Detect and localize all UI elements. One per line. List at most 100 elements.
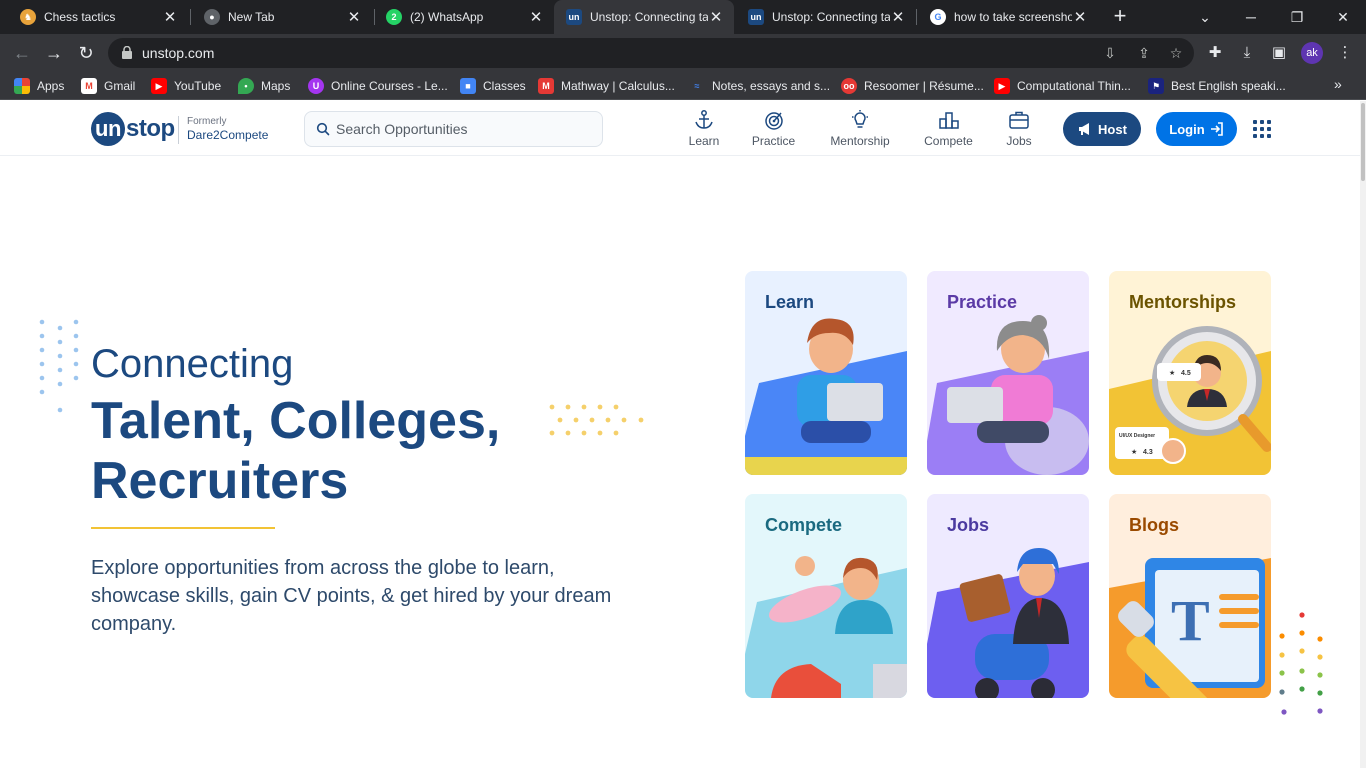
bookmark-notes[interactable]: ≈ Notes, essays and s... — [689, 76, 831, 96]
browser-tab-chess[interactable]: ♞ Chess tactics ✕ — [8, 0, 188, 34]
minimize-button[interactable]: ─ — [1228, 0, 1274, 34]
bookmark-label: Best English speaki... — [1171, 79, 1286, 93]
site-header: un stop Formerly Dare2Compete Search Oppo… — [0, 101, 1360, 156]
bookmark-gmail[interactable]: M Gmail — [81, 76, 135, 96]
nav-learn[interactable]: Learn — [684, 109, 724, 153]
search-input[interactable]: Search Opportunities — [304, 111, 603, 147]
close-tab-icon[interactable]: ✕ — [346, 8, 362, 26]
browser-tab-google[interactable]: G how to take screensho ✕ — [918, 0, 1098, 34]
hero-title-main: Talent, Colleges, Recruiters — [91, 392, 501, 510]
close-tab-icon[interactable]: ✕ — [890, 8, 906, 26]
login-button[interactable]: Login — [1156, 112, 1237, 146]
svg-text:★: ★ — [1169, 369, 1175, 377]
card-mentorships[interactable]: ★ 4.5 UI/UX Designer ★ 4.3 Mentorships — [1109, 271, 1271, 475]
tab-search-chevron-icon[interactable]: ⌄ — [1182, 0, 1228, 34]
bookmarks-bar: Apps M Gmail ▶ YouTube • Maps U Online C… — [0, 72, 1366, 100]
url-text: unstop.com — [142, 45, 215, 61]
close-window-button[interactable]: ✕ — [1320, 0, 1366, 34]
bookmark-apps[interactable]: Apps — [14, 76, 64, 96]
podium-icon — [938, 112, 959, 129]
browser-tab-unstop-active[interactable]: un Unstop: Connecting ta ✕ — [554, 0, 734, 34]
scrollbar-thumb[interactable] — [1361, 103, 1365, 181]
back-arrow-icon[interactable]: ← — [10, 41, 34, 65]
close-tab-icon[interactable]: ✕ — [1072, 8, 1088, 26]
nav-mentorship[interactable]: Mentorship — [824, 109, 896, 153]
apps-grid-menu-icon[interactable] — [1253, 120, 1271, 138]
bookmarks-overflow-chevron-icon[interactable]: » — [1334, 76, 1342, 92]
bookmark-maps[interactable]: • Maps — [238, 76, 290, 96]
udemy-icon: U — [308, 78, 324, 94]
tab-title: how to take screensho — [954, 10, 1072, 24]
card-title: Mentorships — [1129, 292, 1237, 312]
side-panel-icon[interactable]: ▣ — [1268, 42, 1290, 64]
card-practice[interactable]: Practice — [927, 271, 1089, 475]
formerly-name: Dare2Compete — [187, 128, 269, 142]
logo-text: stop — [126, 115, 175, 142]
browser-tab-unstop[interactable]: un Unstop: Connecting ta ✕ — [736, 0, 916, 34]
share-icon[interactable]: ⇪ — [1134, 43, 1154, 63]
card-compete[interactable]: Compete — [745, 494, 907, 698]
decorative-dots-blue — [39, 319, 79, 413]
card-title: Blogs — [1129, 515, 1180, 535]
card-blogs[interactable]: T Blogs — [1109, 494, 1271, 698]
youtube-icon: ▶ — [994, 78, 1010, 94]
menu-kebab-icon[interactable]: ⋮ — [1334, 42, 1356, 64]
chess-icon: ♞ — [20, 9, 36, 25]
nav-jobs[interactable]: Jobs — [999, 109, 1039, 153]
bookmark-resoomer[interactable]: oo Resoomer | Résume... — [841, 76, 984, 96]
search-icon — [316, 122, 330, 136]
close-tab-icon[interactable]: ✕ — [708, 8, 724, 26]
maps-icon: • — [238, 78, 254, 94]
browser-tab-whatsapp[interactable]: 2 (2) WhatsApp ✕ — [374, 0, 554, 34]
bookmark-star-icon[interactable]: ☆ — [1166, 43, 1186, 63]
svg-text:★: ★ — [1131, 448, 1137, 456]
close-tab-icon[interactable]: ✕ — [528, 8, 544, 26]
bookmark-label: Online Courses - Le... — [331, 79, 448, 93]
bookmark-classes[interactable]: ■ Classes — [460, 76, 526, 96]
restore-button[interactable]: ❐ — [1274, 0, 1320, 34]
google-icon: G — [930, 9, 946, 25]
bookmark-mathway[interactable]: M Mathway | Calculus... — [538, 76, 675, 96]
bookmark-label: Classes — [483, 79, 526, 93]
mathway-icon: M — [538, 78, 554, 94]
decorative-dots-multicolor — [1279, 612, 1323, 715]
lock-icon — [122, 46, 132, 59]
new-tab-button[interactable]: + — [1108, 5, 1132, 29]
notes-icon: ≈ — [694, 81, 700, 91]
bookmark-computational[interactable]: ▶ Computational Thin... — [994, 76, 1131, 96]
browser-tab-newtab[interactable]: ● New Tab ✕ — [192, 0, 372, 34]
bookmark-youtube[interactable]: ▶ YouTube — [151, 76, 221, 96]
install-app-icon[interactable]: ⇩ — [1100, 43, 1120, 63]
unstop-logo[interactable]: un stop — [91, 112, 175, 146]
card-jobs[interactable]: Jobs — [927, 494, 1089, 698]
page-scrollbar[interactable] — [1360, 101, 1366, 768]
gmail-icon: M — [81, 78, 97, 94]
close-tab-icon[interactable]: ✕ — [162, 8, 178, 26]
extensions-puzzle-icon[interactable]: ✚ — [1204, 42, 1226, 64]
profile-avatar[interactable]: ak — [1301, 42, 1323, 64]
search-placeholder: Search Opportunities — [336, 121, 468, 137]
card-learn[interactable]: Learn — [745, 271, 907, 475]
downloads-icon[interactable]: ⤓ — [1236, 42, 1258, 64]
browser-toolbar: ← → ↻ unstop.com ⇩ ⇪ ☆ ✚ ⤓ ▣ ak ⋮ — [0, 34, 1366, 72]
address-bar[interactable]: unstop.com ⇩ ⇪ ☆ — [108, 38, 1194, 68]
reload-icon[interactable]: ↻ — [74, 41, 98, 65]
bookmark-english[interactable]: ⚑ Best English speaki... — [1148, 76, 1286, 96]
megaphone-icon — [1079, 123, 1090, 135]
bookmark-label: Resoomer | Résume... — [864, 79, 984, 93]
nav-practice[interactable]: Practice — [745, 109, 802, 153]
nav-compete[interactable]: Compete — [920, 109, 977, 153]
bookmark-online-courses[interactable]: U Online Courses - Le... — [308, 76, 448, 96]
resoomer-icon: oo — [841, 78, 857, 94]
nav-label: Mentorship — [830, 134, 890, 148]
tab-title: Chess tactics — [44, 10, 116, 24]
host-button[interactable]: Host — [1063, 112, 1141, 146]
web-page: un stop Formerly Dare2Compete Search Oppo… — [0, 101, 1366, 768]
whatsapp-icon: 2 — [386, 9, 402, 25]
nav-label: Practice — [751, 134, 796, 148]
forward-arrow-icon[interactable]: → — [42, 41, 66, 65]
card-title: Compete — [765, 515, 843, 535]
formerly-label: Formerly Dare2Compete — [178, 116, 268, 144]
tab-title: Unstop: Connecting ta — [590, 10, 708, 24]
host-label: Host — [1098, 121, 1127, 137]
